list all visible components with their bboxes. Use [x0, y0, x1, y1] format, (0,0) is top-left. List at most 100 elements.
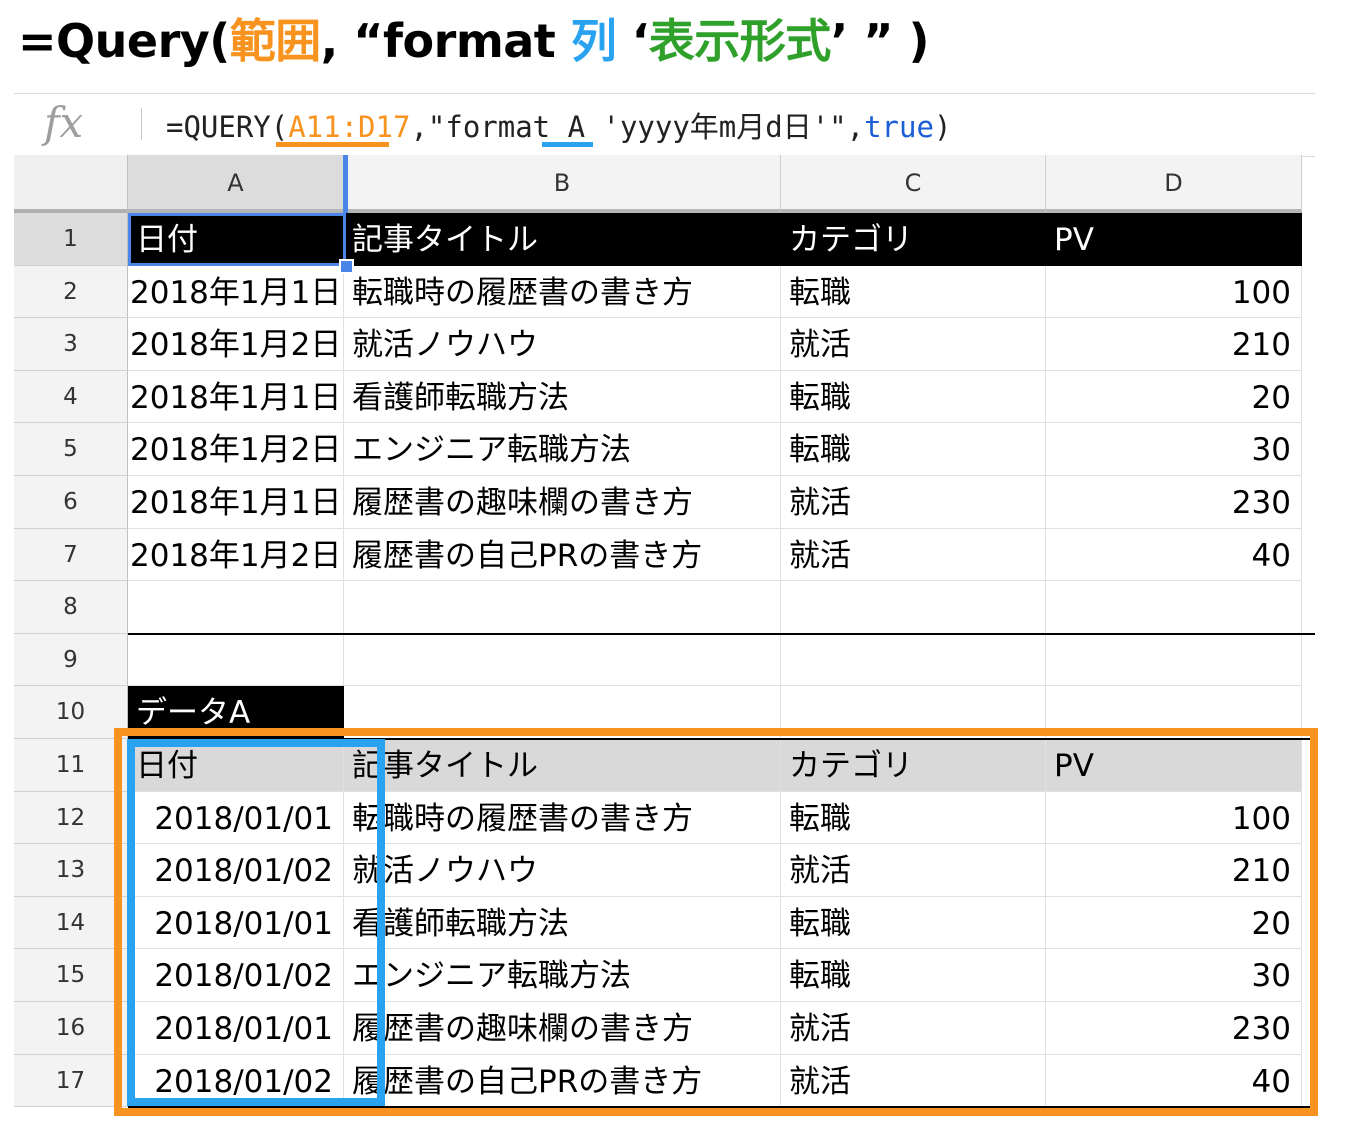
- headline-prefix: =Query(: [18, 14, 230, 68]
- cell-c7[interactable]: 就活: [781, 528, 1046, 582]
- cell-a9[interactable]: [128, 633, 344, 687]
- cell-d2[interactable]: 100: [1046, 265, 1302, 319]
- cell-b4[interactable]: 看護師転職方法: [344, 370, 781, 424]
- row-header-6[interactable]: 6: [14, 476, 128, 529]
- cell-b7[interactable]: 履歴書の自己PRの書き方: [344, 528, 781, 582]
- cell-b12[interactable]: 転職時の履歴書の書き方: [344, 791, 781, 845]
- row-header-1[interactable]: 1: [14, 213, 128, 266]
- column-header-b[interactable]: B: [344, 155, 781, 213]
- row-header-15[interactable]: 15: [14, 949, 128, 1002]
- cell-b11[interactable]: 記事タイトル: [344, 739, 781, 792]
- row-header-14[interactable]: 14: [14, 896, 128, 950]
- cell-d3[interactable]: 210: [1046, 318, 1302, 371]
- cell-d9[interactable]: [1046, 633, 1302, 687]
- cell-b10[interactable]: [344, 686, 781, 739]
- cell-d11[interactable]: PV: [1046, 739, 1302, 792]
- row-header-5[interactable]: 5: [14, 423, 128, 476]
- cell-b17[interactable]: 履歴書の自己PRの書き方: [344, 1054, 781, 1108]
- column-header-a[interactable]: A: [128, 155, 344, 213]
- row-header-10[interactable]: 10: [14, 686, 128, 739]
- cell-d16[interactable]: 230: [1046, 1002, 1302, 1055]
- formula-input[interactable]: =QUERY(A11:D17,"format A 'yyyy年m月d日'",tr…: [166, 104, 951, 146]
- cell-a11[interactable]: 日付: [128, 739, 344, 792]
- cell-a6[interactable]: 2018年1月1日: [128, 476, 344, 529]
- cell-b2[interactable]: 転職時の履歴書の書き方: [344, 265, 781, 319]
- cell-c16[interactable]: 就活: [781, 1002, 1046, 1055]
- cell-c3[interactable]: 就活: [781, 318, 1046, 371]
- cell-d1[interactable]: PV: [1046, 213, 1302, 266]
- row-header-2[interactable]: 2: [14, 265, 128, 319]
- row-header-4[interactable]: 4: [14, 370, 128, 424]
- cell-b3[interactable]: 就活ノウハウ: [344, 318, 781, 371]
- cell-a16[interactable]: 2018/01/01: [128, 1002, 344, 1055]
- cell-a13[interactable]: 2018/01/02: [128, 844, 344, 897]
- cell-a8[interactable]: [128, 581, 344, 634]
- cell-d6[interactable]: 230: [1046, 476, 1302, 529]
- column-header-d[interactable]: D: [1046, 155, 1302, 213]
- cell-c1[interactable]: カテゴリ: [781, 213, 1046, 266]
- cell-a12[interactable]: 2018/01/01: [128, 791, 344, 845]
- cell-d17[interactable]: 40: [1046, 1054, 1302, 1108]
- row-header-7[interactable]: 7: [14, 528, 128, 582]
- cell-c10[interactable]: [781, 686, 1046, 739]
- cell-c12[interactable]: 転職: [781, 791, 1046, 845]
- cell-d7[interactable]: 40: [1046, 528, 1302, 582]
- cell-c11[interactable]: カテゴリ: [781, 739, 1046, 792]
- cell-c9[interactable]: [781, 633, 1046, 687]
- cell-c4[interactable]: 転職: [781, 370, 1046, 424]
- cell-a2[interactable]: 2018年1月1日: [128, 265, 344, 319]
- cell-c13[interactable]: 就活: [781, 844, 1046, 897]
- select-all-corner[interactable]: [14, 155, 128, 213]
- cell-c14[interactable]: 転職: [781, 896, 1046, 950]
- cell-a1[interactable]: 日付: [128, 213, 344, 266]
- cell-b1[interactable]: 記事タイトル: [344, 213, 781, 266]
- row-header-3[interactable]: 3: [14, 318, 128, 371]
- cell-c8[interactable]: [781, 581, 1046, 634]
- column-header-c[interactable]: C: [781, 155, 1046, 213]
- cell-a14[interactable]: 2018/01/01: [128, 896, 344, 950]
- cell-c5[interactable]: 転職: [781, 423, 1046, 476]
- cell-d13[interactable]: 210: [1046, 844, 1302, 897]
- cell-a7[interactable]: 2018年1月2日: [128, 528, 344, 582]
- formula-bar[interactable]: fx =QUERY(A11:D17,"format A 'yyyy年m月d日'"…: [14, 93, 1315, 157]
- cell-b6[interactable]: 履歴書の趣味欄の書き方: [344, 476, 781, 529]
- cell-b13[interactable]: 就活ノウハウ: [344, 844, 781, 897]
- range-underline-annotation: [276, 142, 389, 147]
- cell-c15[interactable]: 転職: [781, 949, 1046, 1002]
- cell-a15[interactable]: 2018/01/02: [128, 949, 344, 1002]
- cell-b8[interactable]: [344, 581, 781, 634]
- row-header-16[interactable]: 16: [14, 1002, 128, 1055]
- cell-c6[interactable]: 就活: [781, 476, 1046, 529]
- cell-c2[interactable]: 転職: [781, 265, 1046, 319]
- formula-part-query-string: ,"format A 'yyyy年m月d日'",: [410, 110, 865, 144]
- row-header-13[interactable]: 13: [14, 844, 128, 897]
- row-header-12[interactable]: 12: [14, 791, 128, 845]
- row-header-9[interactable]: 9: [14, 633, 128, 687]
- cell-d8[interactable]: [1046, 581, 1302, 634]
- cell-d4[interactable]: 20: [1046, 370, 1302, 424]
- fx-icon: fx: [44, 98, 84, 147]
- cell-b14[interactable]: 看護師転職方法: [344, 896, 781, 950]
- cell-d12[interactable]: 100: [1046, 791, 1302, 845]
- cell-a10[interactable]: データA: [128, 686, 344, 739]
- cell-d10[interactable]: [1046, 686, 1302, 739]
- row-header-11[interactable]: 11: [14, 739, 128, 792]
- headline-formula-syntax: =Query(範囲, “format 列 ‘表示形式’ ” ): [18, 6, 930, 76]
- cell-b5[interactable]: エンジニア転職方法: [344, 423, 781, 476]
- cell-a4[interactable]: 2018年1月1日: [128, 370, 344, 424]
- cell-d5[interactable]: 30: [1046, 423, 1302, 476]
- cell-d14[interactable]: 20: [1046, 896, 1302, 950]
- cell-a5[interactable]: 2018年1月2日: [128, 423, 344, 476]
- cell-b15[interactable]: エンジニア転職方法: [344, 949, 781, 1002]
- row-header-8[interactable]: 8: [14, 581, 128, 634]
- column-selection-indicator: [343, 155, 348, 213]
- cell-b9[interactable]: [344, 633, 781, 687]
- cell-d15[interactable]: 30: [1046, 949, 1302, 1002]
- cell-b16[interactable]: 履歴書の趣味欄の書き方: [344, 1002, 781, 1055]
- cell-a17[interactable]: 2018/01/02: [128, 1054, 344, 1108]
- spreadsheet-grid[interactable]: A B C D 1 日付 記事タイトル カテゴリ PV 2 2018年1月1日 転職時の履歴書の書き方…: [14, 155, 1315, 1120]
- row-header-17[interactable]: 17: [14, 1054, 128, 1108]
- cell-c17[interactable]: 就活: [781, 1054, 1046, 1108]
- cell-a3[interactable]: 2018年1月2日: [128, 318, 344, 371]
- fill-handle[interactable]: [339, 259, 354, 274]
